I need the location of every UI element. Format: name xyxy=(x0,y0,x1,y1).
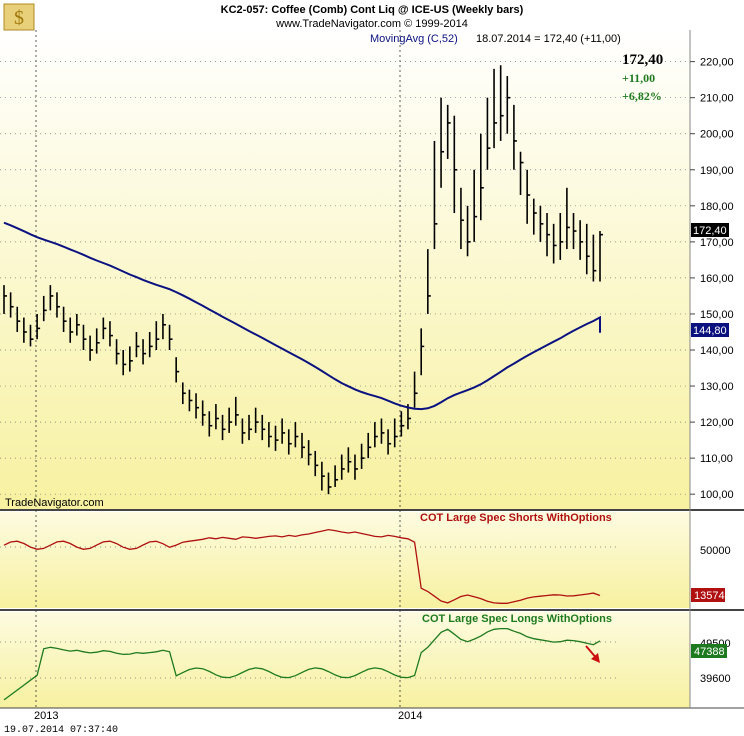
y-tick-label: 110,00 xyxy=(700,453,733,465)
price-axis-ticks: 100,00 110,00 120,00 130,00 140,00 150,00 160,… xyxy=(690,57,734,501)
y-tick-label: 160,00 xyxy=(700,273,734,285)
y-tick-label: 190,00 xyxy=(700,165,734,177)
x-label-2014: 2014 xyxy=(398,710,422,722)
y-tick-label: 100,00 xyxy=(700,489,734,501)
cot-shorts-label: COT Large Spec Shorts WithOptions xyxy=(420,512,612,524)
longs-tick-39600: 39600 xyxy=(700,673,731,685)
svg-text:$: $ xyxy=(14,7,24,29)
y-tick-label: 170,00 xyxy=(700,237,734,249)
trade-navigator-logo: $ xyxy=(3,3,35,31)
chart-title: KC2-057: Coffee (Comb) Cont Liq @ ICE-US… xyxy=(221,4,524,16)
watermark: TradeNavigator.com xyxy=(5,497,104,509)
longs-panel xyxy=(0,612,690,708)
chart-subtitle: www.TradeNavigator.com © 1999-2014 xyxy=(275,18,468,30)
ma-legend: MovingAvg (C,52) xyxy=(370,33,458,45)
cot-longs-label: COT Large Spec Longs WithOptions xyxy=(422,613,612,625)
price-change: +11,00 xyxy=(622,71,655,85)
last-price: 172,40 xyxy=(622,52,663,68)
price-change-pct: +6,82% xyxy=(622,89,662,103)
y-tick-label: 180,00 xyxy=(700,201,734,213)
chart-canvas: $ KC2-057: Coffee (Comb) Cont Liq @ ICE-… xyxy=(0,3,744,736)
y-tick-label: 210,00 xyxy=(700,93,734,105)
last-price-tag: 172,40 xyxy=(693,225,727,237)
shorts-tick-50000: 50000 xyxy=(700,545,731,557)
chart-window: $ KC2-057: Coffee (Comb) Cont Liq @ ICE-… xyxy=(0,0,744,736)
y-tick-label: 220,00 xyxy=(700,57,734,69)
date-readout: 18.07.2014 = 172,40 (+11,00) xyxy=(476,33,621,45)
x-label-2013: 2013 xyxy=(34,710,58,722)
y-tick-label: 200,00 xyxy=(700,129,734,141)
y-tick-label: 140,00 xyxy=(700,345,734,357)
shorts-tag: 13574 xyxy=(694,590,725,602)
y-tick-label: 130,00 xyxy=(700,381,734,393)
y-tick-label: 150,00 xyxy=(700,309,734,321)
y-tick-label: 120,00 xyxy=(700,417,734,429)
ma-tag: 144,80 xyxy=(693,325,727,337)
footer-timestamp: 19.07.2014 07:37:40 xyxy=(4,725,118,736)
longs-tag: 47388 xyxy=(694,646,725,658)
